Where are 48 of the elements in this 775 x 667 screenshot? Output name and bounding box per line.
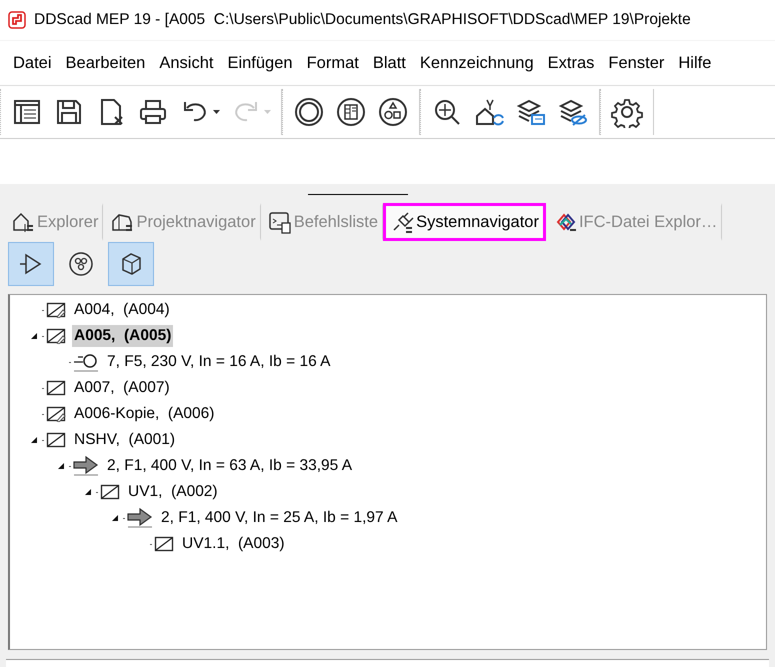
menu-item[interactable]: Ansicht [152,50,220,76]
expanded-arrow-icon[interactable] [111,514,119,522]
menu-item[interactable]: Format [300,50,366,76]
expanded-arrow-icon[interactable] [57,462,65,470]
distributor-icon [46,432,66,448]
house-icon [11,210,35,234]
tree-item[interactable]: A004, (A004) [72,299,172,321]
menu-item[interactable]: Extras [540,50,602,76]
caret-icon[interactable] [213,110,220,114]
tree-item[interactable]: 2, F1, 400 V, In = 63 A, Ib = 33,95 A [105,455,354,477]
distributor-pencil-icon [46,406,66,422]
distributor-pencil-icon [46,302,66,318]
tree-item[interactable]: A005, (A005) [72,325,174,347]
menu-item[interactable]: Datei [6,50,59,76]
circle-icon [293,96,325,128]
expanded-arrow-icon[interactable] [84,488,92,496]
arrow-icon [73,456,99,476]
distributor-icon [46,380,66,396]
window-title: DDScad MEP 19 - [A005 C:\Users\Public\Documents\GRAPHISOFT\DDScad\MEP 19\Projekte [34,11,691,29]
expanded-arrow-icon[interactable] [30,436,38,444]
tree-item[interactable]: UV1.1, (A003) [180,533,287,555]
tree-item[interactable]: 7, F5, 230 V, In = 16 A, Ib = 16 A [105,351,332,373]
distributor-pencil-icon [46,328,66,344]
tree-item[interactable]: NSHV, (A001) [72,429,178,451]
tree-item[interactable]: A007, (A007) [72,377,172,399]
cube-button[interactable] [108,242,154,286]
menu-item[interactable]: Hilfe [671,50,718,76]
shapes-icon [377,96,409,128]
menu-item[interactable]: Blatt [366,50,413,76]
tab[interactable]: Systemnavigator [383,203,546,241]
calculator-icon [335,96,367,128]
gear-icon [611,96,643,128]
tree-item[interactable]: UV1, (A002) [126,481,220,503]
app-logo-icon [8,11,26,29]
menu-item[interactable]: Kennzeichnung [412,50,541,76]
arrow-icon [127,508,153,528]
distributor-icon [100,484,120,500]
socket-icon [73,352,99,372]
menu-item[interactable]: Einfügen [220,50,300,76]
circles-icon [67,250,95,278]
menu-item[interactable]: Fenster [601,50,672,76]
tree-item[interactable]: 2, F1, 400 V, In = 25 A, Ib = 1,97 A [159,507,400,529]
amplifier-button[interactable] [8,242,54,286]
menu-item[interactable]: Bearbeiten [58,50,152,76]
expanded-arrow-icon[interactable] [30,332,38,340]
distributor-icon [154,536,174,552]
tree-item[interactable]: A006-Kopie, (A006) [72,403,216,425]
console-icon [268,210,292,234]
